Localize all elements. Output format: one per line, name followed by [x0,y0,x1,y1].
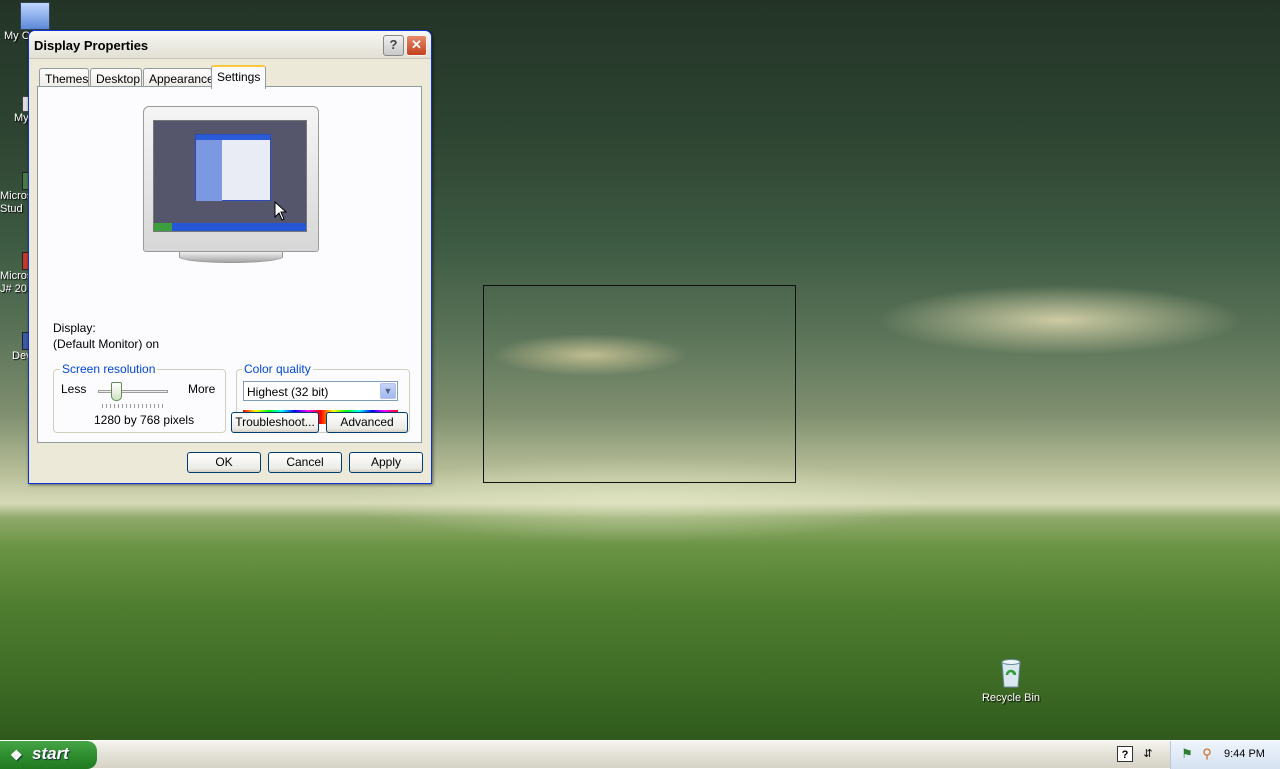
selection-rectangle [483,285,796,483]
display-properties-window: Display Properties ? ✕ Themes Desktop Ap… [28,30,432,484]
title-bar[interactable]: Display Properties ? ✕ [29,31,431,59]
cancel-button[interactable]: Cancel [268,452,342,473]
screen-resolution-title: Screen resolution [60,362,158,376]
window-title: Display Properties [34,38,149,53]
monitor-stand [179,251,283,263]
ok-button[interactable]: OK [187,452,261,473]
preview-window [195,134,271,201]
mouse-cursor-icon [274,201,288,221]
monitor-bezel [143,106,319,252]
troubleshoot-button[interactable]: Troubleshoot... [231,412,319,433]
chevron-down-icon[interactable]: ▼ [380,383,396,399]
close-icon: ✕ [411,37,422,52]
advanced-button[interactable]: Advanced [326,412,408,433]
start-button[interactable]: ❖ start [0,741,97,769]
computer-icon [20,2,50,30]
recycle-bin-label: Recycle Bin [981,692,1041,704]
close-button[interactable]: ✕ [406,35,427,56]
resolution-slider-track[interactable] [98,390,168,393]
resolution-value: 1280 by 768 pixels [94,413,195,427]
desktop-icon-recycle-bin[interactable]: Recycle Bin [978,657,1044,704]
display-label: Display: [53,321,96,335]
resolution-slider-thumb[interactable] [110,382,122,401]
screen-resolution-group: Screen resolution Less More 1280 by 768 … [53,362,226,433]
recycle-bin-icon [995,657,1027,689]
system-tray: ⚑ ⚲ 9:44 PM [1170,741,1280,769]
search-icon[interactable]: ⚲ [1199,746,1215,762]
apply-button[interactable]: Apply [349,452,423,473]
preview-taskbar [154,223,306,231]
color-quality-value: Highest (32 bit) [247,385,329,399]
network-tray-icon[interactable]: ⇵ [1140,746,1156,762]
tab-settings[interactable]: Settings [211,65,266,89]
windows-logo-icon: ❖ [10,747,23,763]
tab-appearance[interactable]: Appearance [143,68,214,88]
less-label: Less [61,382,87,396]
network-status-icon[interactable]: ⚑ [1179,746,1195,762]
monitor-preview [143,106,319,263]
preview-start-button [154,223,172,231]
taskbar: ❖ start ? ⇵ ⚑ ⚲ 9:44 PM [0,740,1280,769]
help-button[interactable]: ? [383,35,404,56]
start-label: start [32,744,69,763]
resolution-slider-ticks [102,404,166,408]
color-quality-title: Color quality [242,362,313,376]
settings-panel: Display: (Default Monitor) on Screen res… [37,86,422,443]
more-label: More [188,382,216,396]
color-quality-select[interactable]: Highest (32 bit) ▼ [243,381,398,401]
help-tray-icon[interactable]: ? [1117,746,1133,762]
tab-desktop[interactable]: Desktop [90,68,142,88]
clock[interactable]: 9:44 PM [1224,748,1265,760]
tab-themes[interactable]: Themes [39,68,89,88]
display-value: (Default Monitor) on [53,337,160,351]
